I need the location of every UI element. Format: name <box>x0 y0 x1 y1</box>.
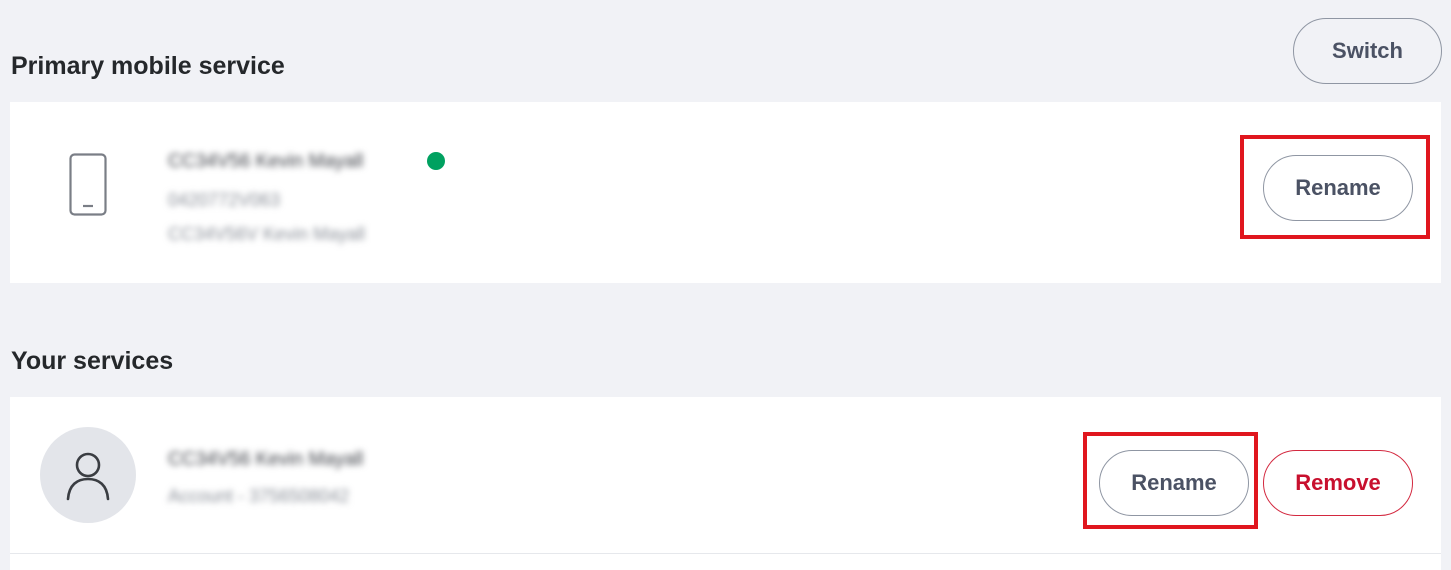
primary-rename-button[interactable]: Rename <box>1263 155 1413 221</box>
service-list-item: CC34V56 Kevin Mayall Account - 375650804… <box>10 397 1441 553</box>
service-rename-button[interactable]: Rename <box>1099 450 1249 516</box>
user-avatar-icon <box>40 427 136 523</box>
service-name: CC34V56 Kevin Mayall <box>168 449 364 470</box>
active-status-dot <box>427 152 445 170</box>
primary-service-card: CC34V56 Kevin Mayall 0420772V063 CC34V56… <box>10 102 1441 283</box>
switch-button[interactable]: Switch <box>1293 18 1442 84</box>
primary-service-account: CC34V56V Kevin Mayall <box>168 224 366 244</box>
primary-service-title: Primary mobile service <box>11 52 285 80</box>
primary-service-name: CC34V56 Kevin Mayall <box>168 151 364 172</box>
your-services-title: Your services <box>11 347 174 375</box>
service-remove-button[interactable]: Remove <box>1263 450 1413 516</box>
service-account: Account - 3756508042 <box>168 486 350 506</box>
service-list-item-next <box>10 554 1441 570</box>
primary-service-number: 0420772V063 <box>168 190 281 210</box>
mobile-phone-icon <box>69 153 107 216</box>
